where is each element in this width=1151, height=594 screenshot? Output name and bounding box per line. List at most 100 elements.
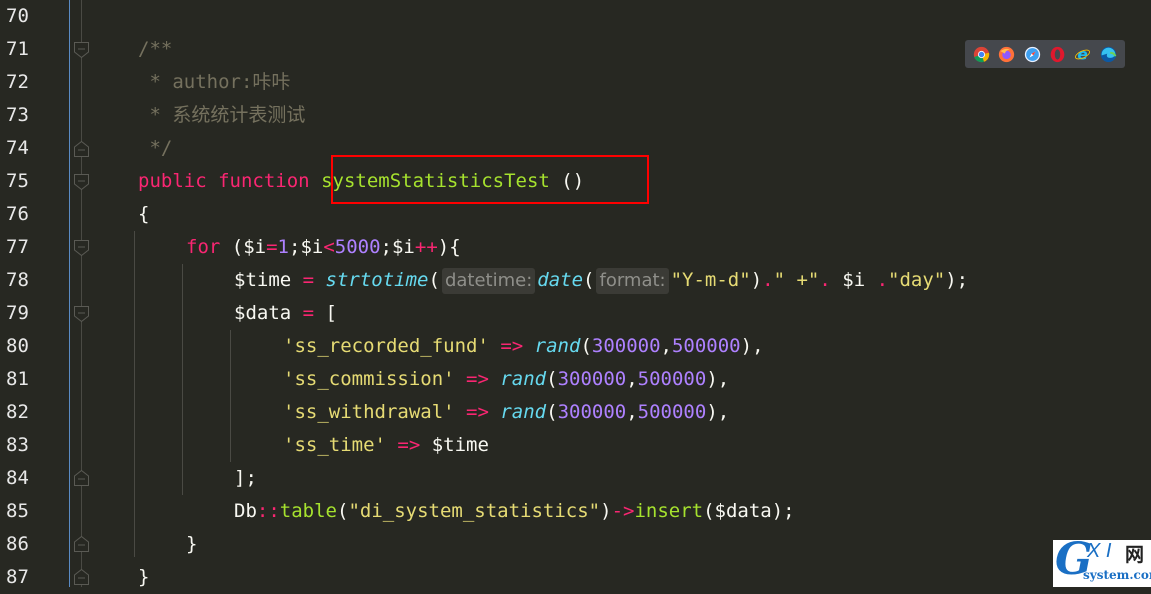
code-line-71[interactable]: /** <box>138 33 172 66</box>
code-text: ;$i <box>289 236 324 258</box>
firefox-icon[interactable] <box>998 46 1015 63</box>
code-line-76[interactable]: { <box>138 198 149 231</box>
code-line-82[interactable]: 'ss_withdrawal' => rand(300000,500000), <box>283 396 729 429</box>
browser-preview-bar: e <box>965 40 1125 68</box>
fold-collapse-icon[interactable] <box>74 174 89 190</box>
code-line-79[interactable]: $data = [ <box>234 297 337 330</box>
line-number: 70 <box>6 5 29 27</box>
code-line-74[interactable]: */ <box>138 132 172 165</box>
builtin-function: rand <box>534 335 581 357</box>
comment: /** <box>138 38 173 60</box>
code-text: , <box>626 401 638 423</box>
line-number: 72 <box>6 71 29 93</box>
operator: => <box>488 335 535 357</box>
code-text: ), <box>706 401 730 423</box>
code-line-86[interactable]: } <box>186 528 197 561</box>
fold-collapse-icon[interactable] <box>74 306 89 322</box>
code-text: ) <box>750 269 763 291</box>
code-line-85[interactable]: Db::table("di_system_statistics")->inser… <box>234 495 795 528</box>
operator: . <box>762 269 774 291</box>
code-line-78[interactable]: $time = strtotime(datetime: date(format: "… <box>234 264 968 297</box>
code-text: , <box>660 335 672 357</box>
number: 300000 <box>557 368 627 390</box>
method: table <box>279 500 337 522</box>
code-line-84[interactable]: ]; <box>234 462 257 495</box>
string: "di_system_statistics" <box>348 500 601 522</box>
code-line-87[interactable]: } <box>138 561 149 594</box>
code-text: ( <box>546 401 558 423</box>
fold-collapse-icon[interactable] <box>74 42 89 58</box>
line-number: 87 <box>6 566 29 588</box>
operator: < <box>323 236 335 258</box>
watermark-net: 网 <box>1125 544 1145 566</box>
fold-end-icon[interactable] <box>74 470 89 486</box>
code-line-80[interactable]: 'ss_recorded_fund' => rand(300000,500000… <box>283 330 764 363</box>
comment: * 系统统计表测试 <box>138 104 306 126</box>
parameter-hint: format: <box>596 268 669 294</box>
method: insert <box>634 500 704 522</box>
highlight-annotation-box <box>331 155 649 204</box>
line-number: 71 <box>6 38 29 60</box>
code-line-72[interactable]: * author:咔咔 <box>138 66 290 99</box>
code-line-77[interactable]: for ($i=1;$i<5000;$i++){ <box>186 231 461 264</box>
keyword: function <box>218 170 310 192</box>
code-text: ($data); <box>703 500 795 522</box>
fold-line <box>81 0 82 587</box>
builtin-function: rand <box>500 368 547 390</box>
indent-guide <box>230 330 231 462</box>
watermark-logo: G X I 网 system.com <box>1053 534 1151 587</box>
opera-icon[interactable] <box>1049 46 1066 63</box>
ie-icon[interactable]: e <box>1074 46 1091 63</box>
line-number: 80 <box>6 335 29 357</box>
line-number: 79 <box>6 302 29 324</box>
code-text: ( <box>428 269 440 291</box>
number: 1 <box>277 236 289 258</box>
fold-end-icon[interactable] <box>74 536 89 552</box>
code-line-81[interactable]: 'ss_commission' => rand(300000,500000), <box>283 363 729 396</box>
number: 300000 <box>591 335 661 357</box>
comment: */ <box>138 137 173 159</box>
code-text: ( <box>583 269 595 291</box>
fold-end-icon[interactable] <box>74 569 89 585</box>
svg-text:e: e <box>1078 46 1088 63</box>
line-number: 75 <box>6 170 29 192</box>
variable: $time <box>234 269 292 291</box>
safari-icon[interactable] <box>1024 46 1041 63</box>
operator: . <box>876 269 889 291</box>
code-line-73[interactable]: * 系统统计表测试 <box>138 99 305 132</box>
line-number: 83 <box>6 434 29 456</box>
array-key: 'ss_commission' <box>283 368 455 390</box>
fold-collapse-icon[interactable] <box>74 240 89 256</box>
code-text: } <box>138 566 150 588</box>
edge-icon[interactable] <box>1100 46 1117 63</box>
string: " +" <box>773 269 820 291</box>
class-name: Db <box>234 500 257 522</box>
code-text: ( <box>580 335 592 357</box>
indent-guide <box>134 231 135 557</box>
code-text: ) <box>600 500 612 522</box>
code-text: ); <box>945 269 969 291</box>
string: "day" <box>888 269 946 291</box>
operator: :: <box>256 500 280 522</box>
code-text: ){ <box>437 236 461 258</box>
indent-guide <box>182 264 183 495</box>
parameter-hint: datetime: <box>441 268 536 294</box>
array-key: 'ss_time' <box>283 434 386 456</box>
brace: { <box>138 203 150 225</box>
number: 500000 <box>637 368 707 390</box>
code-text: ( <box>336 500 349 522</box>
variable: $time <box>431 434 489 456</box>
operator: => <box>385 434 432 456</box>
builtin-function: date <box>537 269 584 291</box>
fold-end-icon[interactable] <box>74 141 89 157</box>
operator: -> <box>611 500 635 522</box>
line-number: 77 <box>6 236 29 258</box>
line-number: 81 <box>6 368 29 390</box>
code-text: [ <box>325 302 337 324</box>
comment: * author:咔咔 <box>138 71 291 93</box>
code-line-83[interactable]: 'ss_time' => $time <box>283 429 489 462</box>
chrome-icon[interactable] <box>973 46 990 63</box>
line-number: 78 <box>6 269 29 291</box>
code-text: } <box>186 533 198 555</box>
code-text: ($i <box>220 236 267 258</box>
